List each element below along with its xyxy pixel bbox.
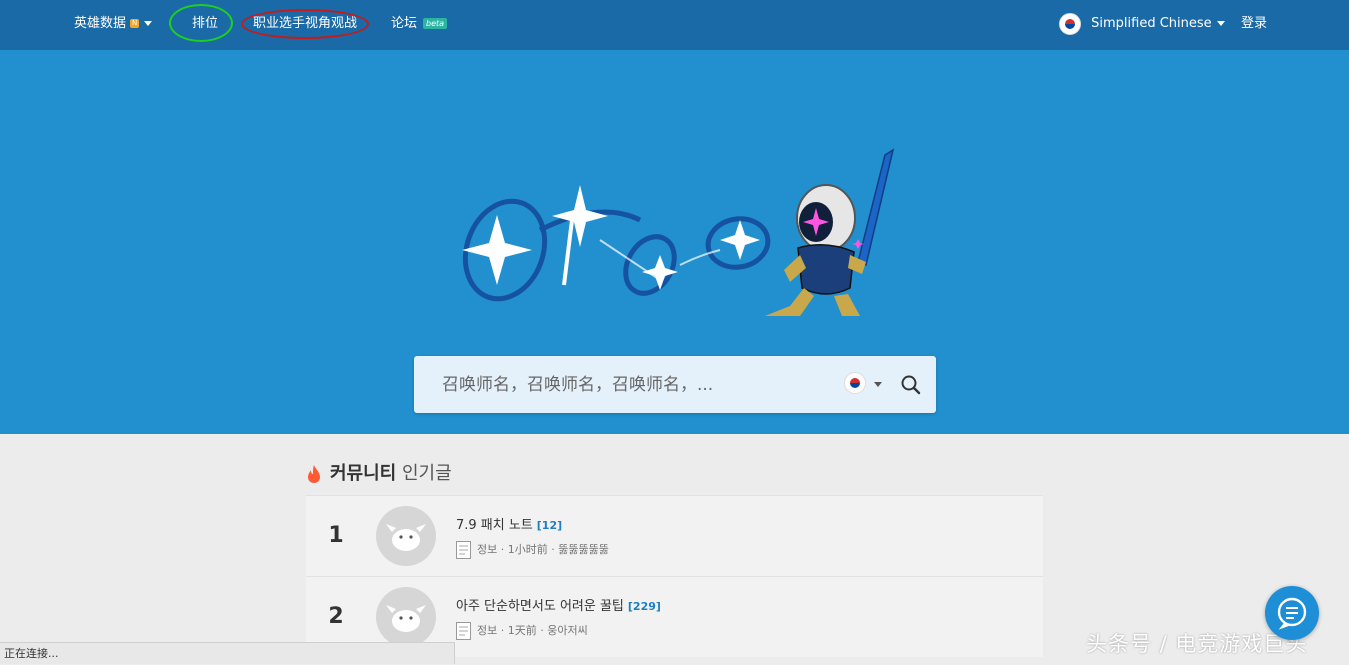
community-title-light: 인기글 (401, 463, 452, 484)
language-selector[interactable]: Simplified Chinese (1059, 0, 1225, 50)
green-circle-annotation (169, 4, 233, 42)
document-icon (456, 622, 471, 640)
browser-status-bar: 正在连接... (0, 642, 455, 664)
nav-forum-label: 论坛 (391, 16, 418, 31)
region-selector[interactable] (844, 372, 884, 396)
post-time: 1小时前 (507, 543, 548, 556)
top-nav: 英雄数据 N 排位 职业选手视角观战 论坛 beta Simplified Chin… (0, 0, 1349, 50)
post-category: 정보 (477, 543, 498, 556)
hero-banner (0, 50, 1349, 434)
post-comment-count: [229] (627, 600, 661, 613)
post-title[interactable]: 아주 단순하면서도 어려운 꿀팁 [229] (456, 595, 661, 614)
post-title-text: 7.9 패치 노트 (456, 518, 533, 533)
avatar (376, 587, 436, 647)
summoner-search-input[interactable] (442, 356, 822, 413)
post-title-text: 아주 단순하면서도 어려운 꿀팁 (456, 599, 624, 614)
chevron-down-icon (1216, 21, 1225, 26)
post-time: 1天前 (507, 624, 537, 637)
poro-avatar-icon (386, 524, 426, 551)
language-label: Simplified Chinese (1091, 16, 1212, 31)
document-icon (456, 541, 471, 559)
search-icon[interactable] (898, 372, 924, 398)
post-rank: 1 (328, 523, 344, 548)
community-section-title: 커뮤니티 인기글 (306, 460, 452, 488)
new-badge: N (130, 19, 140, 28)
post-title[interactable]: 7.9 패치 노트 [12] (456, 514, 562, 533)
chevron-down-icon (144, 21, 153, 26)
red-circle-annotation (241, 9, 369, 39)
nav-forum[interactable]: 论坛 beta (391, 0, 448, 50)
post-comment-count: [12] (536, 519, 563, 532)
beta-badge: beta (423, 18, 448, 29)
post-meta: 정보 · 1小时前 · 뚫뚫뚫뚫뚫 (456, 541, 609, 559)
nav-champions-label: 英雄数据 (74, 16, 127, 31)
nav-champions[interactable]: 英雄数据 N (74, 0, 153, 50)
fire-icon (308, 465, 320, 483)
login-link[interactable]: 登录 (1241, 0, 1267, 50)
korea-flag-icon (844, 372, 866, 394)
avatar (376, 506, 436, 566)
korea-flag-icon (1059, 12, 1081, 35)
post-category: 정보 (477, 624, 498, 637)
chevron-down-icon (874, 382, 882, 387)
list-item[interactable]: 1 7.9 패치 노트 [12] 정보 · 1小时前 · 뚫뚫뚫뚫뚫 (306, 495, 1043, 576)
community-title-bold: 커뮤니티 (330, 463, 397, 484)
summoner-search-box (414, 356, 936, 413)
poro-avatar-icon (386, 605, 426, 632)
chat-bubble-icon (1277, 597, 1307, 630)
chat-button[interactable] (1265, 586, 1319, 640)
post-author[interactable]: 웅아저씨 (547, 624, 587, 637)
post-author[interactable]: 뚫뚫뚫뚫뚫 (558, 543, 609, 556)
post-meta: 정보 · 1天前 · 웅아저씨 (456, 622, 588, 640)
